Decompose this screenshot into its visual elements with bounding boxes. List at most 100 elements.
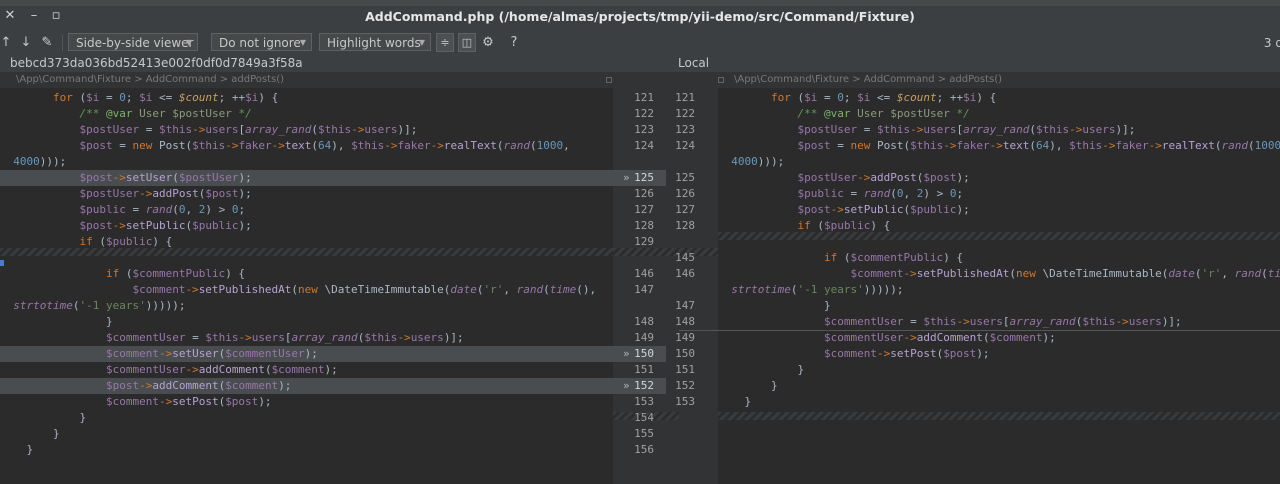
right-revision-label: Local xyxy=(678,56,710,70)
window-title: AddCommand.php (/home/almas/projects/tmp… xyxy=(365,9,915,24)
code-line: if ($public) { xyxy=(797,219,891,232)
code-line: /** @var User $postUser */ xyxy=(797,107,970,120)
code-line: $post = new Post($this->faker->text(64),… xyxy=(79,139,570,152)
right-line-number: 121 xyxy=(675,91,695,104)
code-line: } xyxy=(797,363,805,376)
code-line: $postUser = $this->users[array_rand($thi… xyxy=(79,123,418,136)
highlight-mode-label: Highlight words xyxy=(327,36,421,50)
viewer-mode-select[interactable]: Side-by-side viewer ▼ xyxy=(68,33,198,51)
code-line: $commentUser->addComment($comment); xyxy=(105,363,338,376)
left-line-number: 148 xyxy=(634,315,654,328)
left-line-number: 128 xyxy=(634,219,654,232)
code-line: $postUser = $this->users[array_rand($thi… xyxy=(797,123,1136,136)
code-line: $commentUser->addComment($comment); xyxy=(823,331,1056,344)
left-code-pane[interactable]: for ($i = 0; $i <= $count; ++$i) { /** @… xyxy=(0,88,613,484)
code-line: $post->setPublic($public); xyxy=(797,203,970,216)
right-code-pane[interactable]: for ($i = 0; $i <= $count; ++$i) { /** @… xyxy=(718,88,1280,484)
right-line-number: 126 xyxy=(675,187,695,200)
difference-count: 3 d xyxy=(1263,36,1280,50)
ignore-mode-label: Do not ignore xyxy=(219,36,301,50)
right-line-number: 125 xyxy=(675,171,695,184)
code-line: } xyxy=(105,315,113,328)
help-button[interactable]: ? xyxy=(508,33,520,53)
code-line: } xyxy=(26,443,34,456)
code-line: /** @var User $postUser */ xyxy=(79,107,252,120)
right-line-number: 128 xyxy=(675,219,695,232)
left-line-number: 150 xyxy=(634,347,654,360)
left-line-number: 156 xyxy=(634,443,654,456)
revision-header: bebcd373da036bd52413e002f0df0d7849a3f58a… xyxy=(0,54,1280,72)
code-line: strtotime('-1 years'))))); xyxy=(13,299,186,312)
left-breadcrumb-text[interactable]: \App\Command\Fixture > AddCommand > addP… xyxy=(16,72,284,88)
code-line: for ($i = 0; $i <= $count; ++$i) { xyxy=(770,91,997,104)
left-line-number: 124 xyxy=(634,139,654,152)
left-line-number: 121 xyxy=(634,91,654,104)
code-line: } xyxy=(770,379,778,392)
code-line-changed: $comment->setUser($commentUser); xyxy=(105,347,318,360)
next-difference-icon[interactable]: ↓ xyxy=(20,33,32,53)
gutter-header xyxy=(613,72,718,88)
code-line: $postUser->addPost($post); xyxy=(79,187,252,200)
left-line-number: 127 xyxy=(634,203,654,216)
background-window-strip xyxy=(0,0,1280,6)
code-line: 4000))); xyxy=(731,155,785,168)
right-line-number: 122 xyxy=(675,107,695,120)
code-line: } xyxy=(79,411,87,424)
code-line: $comment->setPost($post); xyxy=(105,395,272,408)
left-scroll-marker xyxy=(606,77,612,83)
collapse-unchanged-icon[interactable]: ≑ xyxy=(436,33,454,52)
code-line-changed: $post->setUser($postUser); xyxy=(79,171,252,184)
right-line-number: 145 xyxy=(675,251,695,264)
code-line: $post->setPublic($public); xyxy=(79,219,252,232)
left-line-number: 155 xyxy=(634,427,654,440)
settings-gear-icon[interactable]: ⚙ xyxy=(480,33,496,53)
left-revision-hash: bebcd373da036bd52413e002f0df0d7849a3f58a xyxy=(10,56,303,70)
code-line: } xyxy=(823,299,831,312)
left-line-number: 126 xyxy=(634,187,654,200)
code-line: } xyxy=(744,395,752,408)
right-line-number: 123 xyxy=(675,123,695,136)
line-number-gutter: » » » 121 122 123 124 125 126 127 128 12… xyxy=(613,88,718,484)
highlight-mode-select[interactable]: Highlight words ▼ xyxy=(319,33,431,51)
chevron-down-icon: ▼ xyxy=(418,38,425,47)
left-line-number: 125 xyxy=(634,171,654,184)
left-breadcrumb: \App\Command\Fixture > AddCommand > addP… xyxy=(0,72,613,88)
code-line: $public = rand(0, 2) > 0; xyxy=(79,203,246,216)
code-line: $commentUser = $this->users[array_rand($… xyxy=(105,331,464,344)
left-line-number: 149 xyxy=(634,331,654,344)
right-line-number: 149 xyxy=(675,331,695,344)
right-line-number: 152 xyxy=(675,379,695,392)
code-line: $postUser->addPost($post); xyxy=(797,171,970,184)
code-line: } xyxy=(52,427,60,440)
sync-scroll-icon[interactable]: ◫ xyxy=(458,33,476,52)
folded-region xyxy=(718,412,1280,420)
right-line-number: 124 xyxy=(675,139,695,152)
code-line: strtotime('-1 years'))))); xyxy=(731,283,904,296)
left-line-number: 153 xyxy=(634,395,654,408)
code-line-changed: $post->addComment($comment); xyxy=(105,379,292,392)
whitespace-ignore-select[interactable]: Do not ignore ▼ xyxy=(211,33,312,51)
code-line: $comment->setPost($post); xyxy=(823,347,990,360)
title-bar: ✕ – ▫ AddCommand.php (/home/almas/projec… xyxy=(0,0,1280,32)
chevron-down-icon: ▼ xyxy=(185,38,192,47)
chevron-down-icon: ▼ xyxy=(299,38,306,47)
code-line: for ($i = 0; $i <= $count; ++$i) { xyxy=(52,91,279,104)
previous-difference-icon[interactable]: ↑ xyxy=(0,33,12,53)
left-line-number: 152 xyxy=(634,379,654,392)
left-line-number: 147 xyxy=(634,283,654,296)
right-line-number: 146 xyxy=(675,267,695,280)
code-line: $comment->setPublishedAt(new \DateTimeIm… xyxy=(850,267,1280,280)
edit-source-icon[interactable]: ✎ xyxy=(38,33,56,53)
code-line: if ($public) { xyxy=(79,235,173,248)
right-breadcrumb-text[interactable]: \App\Command\Fixture > AddCommand > addP… xyxy=(734,72,1002,88)
right-line-number: 151 xyxy=(675,363,695,376)
left-line-number: 146 xyxy=(634,267,654,280)
left-line-number: 122 xyxy=(634,107,654,120)
diff-toolbar: ↑ ↓ ✎ Side-by-side viewer ▼ Do not ignor… xyxy=(0,32,1280,54)
code-line: if ($commentPublic) { xyxy=(105,267,246,280)
code-line: $public = rand(0, 2) > 0; xyxy=(797,187,964,200)
right-line-number: 150 xyxy=(675,347,695,360)
code-line: 4000))); xyxy=(13,155,67,168)
left-line-number: 151 xyxy=(634,363,654,376)
right-line-number: 153 xyxy=(675,395,695,408)
